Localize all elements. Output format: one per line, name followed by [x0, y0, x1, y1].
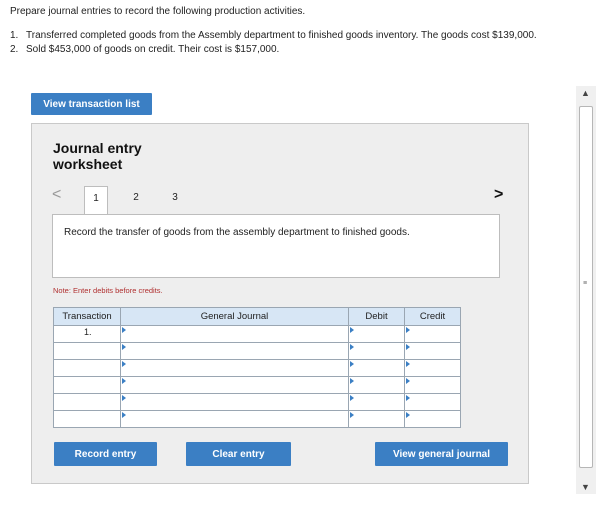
dropdown-marker-icon — [406, 327, 410, 333]
transaction-cell — [53, 376, 121, 394]
general-journal-cell[interactable] — [120, 376, 349, 394]
dropdown-marker-icon — [122, 412, 126, 418]
credit-cell[interactable] — [404, 393, 461, 411]
worksheet-title-line2: worksheet — [53, 156, 123, 172]
general-journal-cell[interactable] — [120, 342, 349, 360]
general-journal-cell[interactable] — [120, 410, 349, 428]
view-general-journal-button[interactable]: View general journal — [375, 442, 508, 466]
debit-cell[interactable] — [348, 393, 405, 411]
table-row — [53, 359, 461, 377]
credit-cell[interactable] — [404, 376, 461, 394]
general-journal-cell[interactable] — [120, 325, 349, 343]
table-row: 1. — [53, 325, 461, 343]
grip-icon: ≡ — [583, 280, 588, 287]
vertical-scrollbar[interactable]: ▲ ≡ ▼ — [576, 86, 596, 494]
item-number: 2. — [10, 44, 19, 55]
activity-list: 1. Transferred completed goods from the … — [10, 30, 570, 56]
debit-cell[interactable] — [348, 342, 405, 360]
general-journal-cell[interactable] — [120, 393, 349, 411]
dropdown-marker-icon — [406, 361, 410, 367]
dropdown-marker-icon — [406, 395, 410, 401]
journal-entry-worksheet: Journal entry worksheet < 1 2 3 > Record… — [31, 123, 529, 484]
credit-cell[interactable] — [404, 410, 461, 428]
list-item: 2. Sold $453,000 of goods on credit. The… — [10, 44, 570, 56]
instructions-intro: Prepare journal entries to record the fo… — [10, 6, 306, 17]
list-item: 1. Transferred completed goods from the … — [10, 30, 570, 42]
table-row — [53, 376, 461, 394]
dropdown-marker-icon — [122, 344, 126, 350]
transaction-cell — [53, 342, 121, 360]
credit-cell[interactable] — [404, 359, 461, 377]
transaction-cell — [53, 410, 121, 428]
column-header-credit: Credit — [404, 307, 461, 326]
tab-2[interactable]: 2 — [124, 186, 148, 214]
table-row — [53, 410, 461, 428]
next-arrow-icon[interactable]: > — [494, 186, 503, 204]
dropdown-marker-icon — [406, 412, 410, 418]
debit-cell[interactable] — [348, 410, 405, 428]
scroll-up-icon[interactable]: ▲ — [581, 88, 590, 98]
item-text: Transferred completed goods from the Ass… — [26, 30, 537, 41]
credit-cell[interactable] — [404, 342, 461, 360]
tab-1[interactable]: 1 — [84, 186, 108, 214]
view-transaction-list-button[interactable]: View transaction list — [31, 93, 152, 115]
item-number: 1. — [10, 30, 19, 41]
debit-cell[interactable] — [348, 325, 405, 343]
debit-credit-note: Note: Enter debits before credits. — [53, 286, 163, 295]
item-text: Sold $453,000 of goods on credit. Their … — [26, 44, 280, 55]
table-row — [53, 393, 461, 411]
record-entry-button[interactable]: Record entry — [54, 442, 157, 466]
dropdown-marker-icon — [122, 361, 126, 367]
worksheet-title-line1: Journal entry — [53, 140, 142, 156]
credit-cell[interactable] — [404, 325, 461, 343]
general-journal-cell[interactable] — [120, 359, 349, 377]
column-header-general-journal: General Journal — [120, 307, 349, 326]
dropdown-marker-icon — [350, 395, 354, 401]
instructions: Prepare journal entries to record the fo… — [10, 6, 570, 58]
column-header-debit: Debit — [348, 307, 405, 326]
dropdown-marker-icon — [350, 327, 354, 333]
transaction-cell — [53, 393, 121, 411]
dropdown-marker-icon — [122, 395, 126, 401]
transaction-cell: 1. — [53, 325, 121, 343]
column-header-transaction: Transaction — [53, 307, 121, 326]
dropdown-marker-icon — [406, 378, 410, 384]
transaction-cell — [53, 359, 121, 377]
worksheet-title: Journal entry worksheet — [53, 140, 142, 172]
clear-entry-button[interactable]: Clear entry — [186, 442, 291, 466]
dropdown-marker-icon — [350, 344, 354, 350]
debit-cell[interactable] — [348, 359, 405, 377]
journal-table: Transaction General Journal Debit Credit… — [53, 307, 461, 428]
dropdown-marker-icon — [350, 378, 354, 384]
scroll-thumb[interactable]: ≡ — [579, 106, 593, 468]
dropdown-marker-icon — [122, 327, 126, 333]
scroll-down-icon[interactable]: ▼ — [581, 482, 590, 492]
dropdown-marker-icon — [350, 412, 354, 418]
previous-arrow-icon[interactable]: < — [52, 186, 61, 204]
transaction-description: Record the transfer of goods from the as… — [52, 214, 500, 278]
dropdown-marker-icon — [350, 361, 354, 367]
table-row — [53, 342, 461, 360]
dropdown-marker-icon — [122, 378, 126, 384]
dropdown-marker-icon — [406, 344, 410, 350]
tab-3[interactable]: 3 — [163, 186, 187, 214]
debit-cell[interactable] — [348, 376, 405, 394]
